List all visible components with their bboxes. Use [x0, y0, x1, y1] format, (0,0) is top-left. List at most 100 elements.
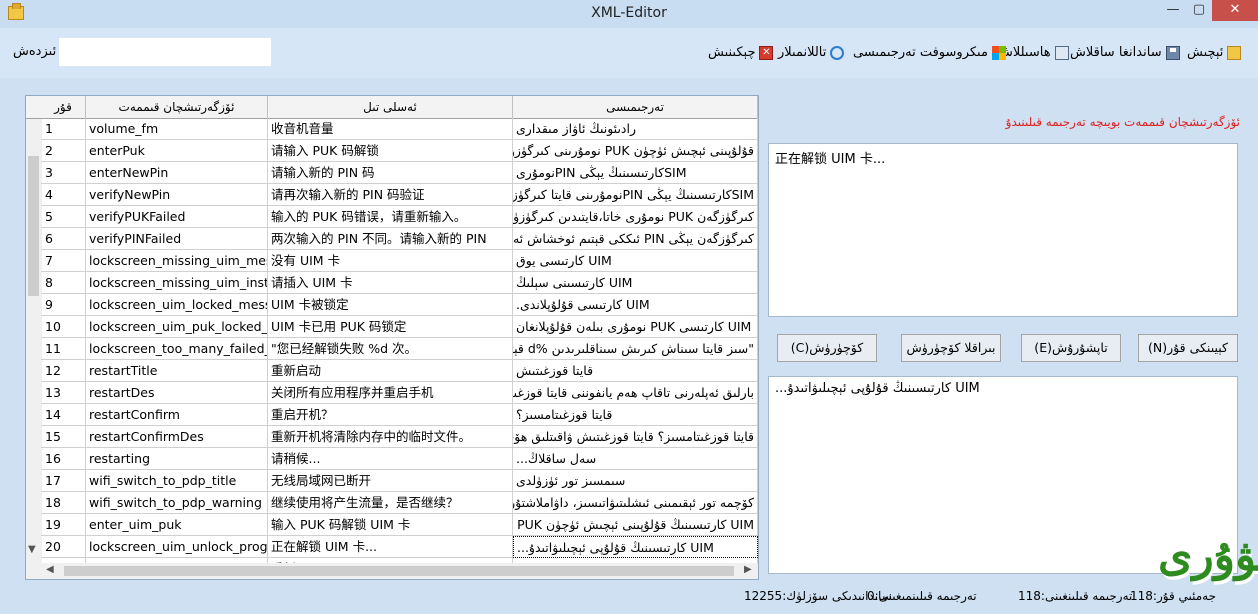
row-key[interactable]: volume_fm [86, 118, 268, 140]
row-key[interactable]: enterPuk [86, 140, 268, 162]
row-number[interactable]: 5 [41, 206, 86, 228]
row-original[interactable]: "您已经解锁失败 %d 次。 [268, 338, 513, 360]
table-row[interactable]: 18 wifi_switch_to_pdp_warning 继续使用将产生流量，是否… [26, 492, 758, 514]
row-translation[interactable]: قۇلۇپىنى ئېچىش ئۈچۈن PUK نومۇرىنى كىرگۈز… [513, 140, 758, 162]
row-number[interactable]: 9 [41, 294, 86, 316]
row-translation[interactable]: رادىئونىڭ ئاۋاز مىقدارى [513, 118, 758, 140]
row-number[interactable]: 16 [41, 448, 86, 470]
row-number[interactable]: 6 [41, 228, 86, 250]
row-key[interactable]: restartConfirmDes [86, 426, 268, 448]
row-number[interactable]: 1 [41, 118, 86, 140]
copy-all-button[interactable]: بىراقلا كۆچۈرۈش [901, 334, 1001, 362]
row-translation[interactable]: UIM كارتىسى يوق [513, 250, 758, 272]
row-translation[interactable]: UIM كارتىسى قۇلۇپلاندى. [513, 294, 758, 316]
table-row[interactable]: 5 verifyPUKFailed 输入的 PUK 码错误，请重新输入。 كىرگۈز… [26, 206, 758, 228]
row-number[interactable]: 8 [41, 272, 86, 294]
scroll-left-icon[interactable]: ◀ [46, 564, 54, 575]
row-key[interactable]: lockscreen_missing_uim_message [86, 250, 268, 272]
row-key[interactable]: enterNewPin [86, 162, 268, 184]
row-translation[interactable]: UIM كارتىسى PUK نومۇرى بىلەن قۇلۇپلانغان [513, 316, 758, 338]
open-button[interactable]: ئېچىش [1187, 43, 1242, 63]
exit-button[interactable]: ✕ چېكىنىش [708, 43, 774, 63]
row-original[interactable]: 请输入 PUK 码解锁 [268, 140, 513, 162]
row-translation[interactable]: قايتا قوزغىتامسىز؟ [513, 404, 758, 426]
row-number[interactable]: 17 [41, 470, 86, 492]
row-original[interactable]: 重新启动 [268, 360, 513, 382]
row-translation[interactable]: UIM كارتىسىنى سېلىڭ [513, 272, 758, 294]
row-original[interactable]: 收音机音量 [268, 118, 513, 140]
original-textbox[interactable]: 正在解锁 UIM 卡... [768, 143, 1238, 317]
row-key[interactable]: restartConfirm [86, 404, 268, 426]
row-key[interactable]: enter_uim_puk [86, 514, 268, 536]
table-row[interactable]: 13 restartDes 关闭所有应用程序并重启手机 بارلىق ئەپلەرنى… [26, 382, 758, 404]
row-key[interactable]: restarting [86, 448, 268, 470]
header-key[interactable]: ئۆزگەرتىشچان قىممەت [86, 96, 268, 118]
row-number[interactable]: 10 [41, 316, 86, 338]
row-original[interactable]: UIM 卡已用 PUK 码锁定 [268, 316, 513, 338]
table-row[interactable]: 9lockscreen_uim_locked_messageUIM 卡被锁定UI… [26, 294, 758, 316]
row-key[interactable]: wifi_switch_to_pdp_warning [86, 492, 268, 514]
table-row[interactable]: 17 wifi_switch_to_pdp_title 无线局域网已断开 سىمسىز… [26, 470, 758, 492]
table-row[interactable]: 2 enterPuk 请输入 PUK 码解锁 قۇلۇپىنى ئېچىش ئۈچۈن… [26, 140, 758, 162]
row-key[interactable]: wifi_switch_to_pdp_title [86, 470, 268, 492]
row-original[interactable]: 重新开机将清除内存中的临时文件。 [268, 426, 513, 448]
row-original[interactable]: UIM 卡被锁定 [268, 294, 513, 316]
table-row[interactable]: 12 restartTitle 重新启动 قايتا قوزغىتىش [26, 360, 758, 382]
row-translation[interactable]: سەل ساقلاڭ... [513, 448, 758, 470]
table-row[interactable]: 7lockscreen_missing_uim_message没有 UIM 卡U… [26, 250, 758, 272]
row-number[interactable]: 14 [41, 404, 86, 426]
row-original[interactable]: 请稍候... [268, 448, 513, 470]
search-input[interactable] [59, 38, 271, 66]
row-number[interactable]: 15 [41, 426, 86, 448]
row-number[interactable]: 3 [41, 162, 86, 184]
table-row[interactable]: 15 restartConfirmDes 重新开机将清除内存中的临时文件。 قايتا… [26, 426, 758, 448]
table-row[interactable]: 8lockscreen_missing_uim_instructions请插入 … [26, 272, 758, 294]
row-translation[interactable]: SIMكارتىسىنىڭ يېڭى PINنومۇرى [513, 162, 758, 184]
row-original[interactable]: 请输入新的 PIN 码 [268, 162, 513, 184]
row-original[interactable]: 正在解锁 UIM 卡... [268, 536, 513, 558]
row-number[interactable]: 2 [41, 140, 86, 162]
row-translation[interactable]: قايتا قوزغىتىش [513, 360, 758, 382]
row-number[interactable]: 4 [41, 184, 86, 206]
row-original[interactable]: 没有 UIM 卡 [268, 250, 513, 272]
row-original[interactable]: 输入 PUK 码解锁 UIM 卡 [268, 514, 513, 536]
table-row[interactable]: 14 restartConfirm 重启开机？ قايتا قوزغىتامسىز؟ [26, 404, 758, 426]
close-button[interactable]: ✕ [1212, 0, 1258, 21]
row-number[interactable]: 20 [41, 536, 86, 558]
row-key[interactable]: lockscreen_uim_puk_locked_message [86, 316, 268, 338]
header-translation[interactable]: تەرجىمىسى [513, 96, 758, 118]
table-row[interactable]: 19 enter_uim_puk 输入 PUK 码解锁 UIM 卡 UIM كارتى… [26, 514, 758, 536]
table-row[interactable]: 16 restarting 请稍候... سەل ساقلاڭ... [26, 448, 758, 470]
row-number[interactable]: 19 [41, 514, 86, 536]
table-row[interactable]: 1 volume_fm 收音机音量 رادىئونىڭ ئاۋاز مىقدارى [26, 118, 758, 140]
save-to-db-button[interactable]: ساندانغا ساقلاش [1070, 43, 1180, 63]
horizontal-scroll-thumb[interactable] [64, 566, 734, 576]
row-translation[interactable]: UIM كارتىسىنىڭ قۇلۇپىنى ئېچىش ئۈچۈن PUK … [513, 514, 758, 536]
row-key[interactable]: restartDes [86, 382, 268, 404]
row-key[interactable]: lockscreen_uim_locked_message [86, 294, 268, 316]
row-key[interactable]: verifyPINFailed [86, 228, 268, 250]
row-number[interactable]: 13 [41, 382, 86, 404]
table-row[interactable]: 6 verifyPINFailed 两次输入的 PIN 不同。请输入新的 PIN كى… [26, 228, 758, 250]
table-row[interactable]: 10lockscreen_uim_puk_locked_messageUIM 卡… [26, 316, 758, 338]
table-row[interactable]: 11lockscreen_too_many_failed_attempts"您已… [26, 338, 758, 360]
header-num[interactable]: قۇر [41, 96, 86, 118]
row-original[interactable]: 无线局域网已断开 [268, 470, 513, 492]
row-key[interactable]: lockscreen_too_many_failed_attempts [86, 338, 268, 360]
row-key[interactable]: lockscreen_uim_unlock_progress [86, 536, 268, 558]
next-row-button[interactable]: كېيىنكى قۇر(N) [1138, 334, 1238, 362]
row-original[interactable]: 两次输入的 PIN 不同。请输入新的 PIN [268, 228, 513, 250]
table-row[interactable]: 20lockscreen_uim_unlock_progress正在解锁 UIM… [26, 536, 758, 558]
row-translation[interactable]: كۆچمە تور ئېقىمىنى ئىشلىتىۋاتىسىز، داۋام… [513, 492, 758, 514]
scroll-right-icon[interactable]: ▶ [744, 564, 752, 575]
translation-text[interactable]: UIM كارتىسىنىڭ قۇلۇپى ئېچىلىۋاتىدۇ... [775, 381, 1231, 396]
submit-button[interactable]: تاپشۇرۇش(E) [1021, 334, 1121, 362]
row-original[interactable]: 重启开机？ [268, 404, 513, 426]
row-original[interactable]: 请插入 UIM 卡 [268, 272, 513, 294]
row-key[interactable]: verifyPUKFailed [86, 206, 268, 228]
row-translation[interactable]: سىمسىز تور ئۈزۈلدى [513, 470, 758, 492]
row-original[interactable]: 继续使用将产生流量，是否继续？ [268, 492, 513, 514]
microsoft-translate-button[interactable]: مىكروسوفت تەرجىمىسى [853, 43, 1006, 63]
row-translation[interactable]: بارلىق ئەپلەرنى تاقاپ ھەم يانفوننى قايتا… [513, 382, 758, 404]
options-button[interactable]: تاللانمىلار [778, 43, 845, 63]
